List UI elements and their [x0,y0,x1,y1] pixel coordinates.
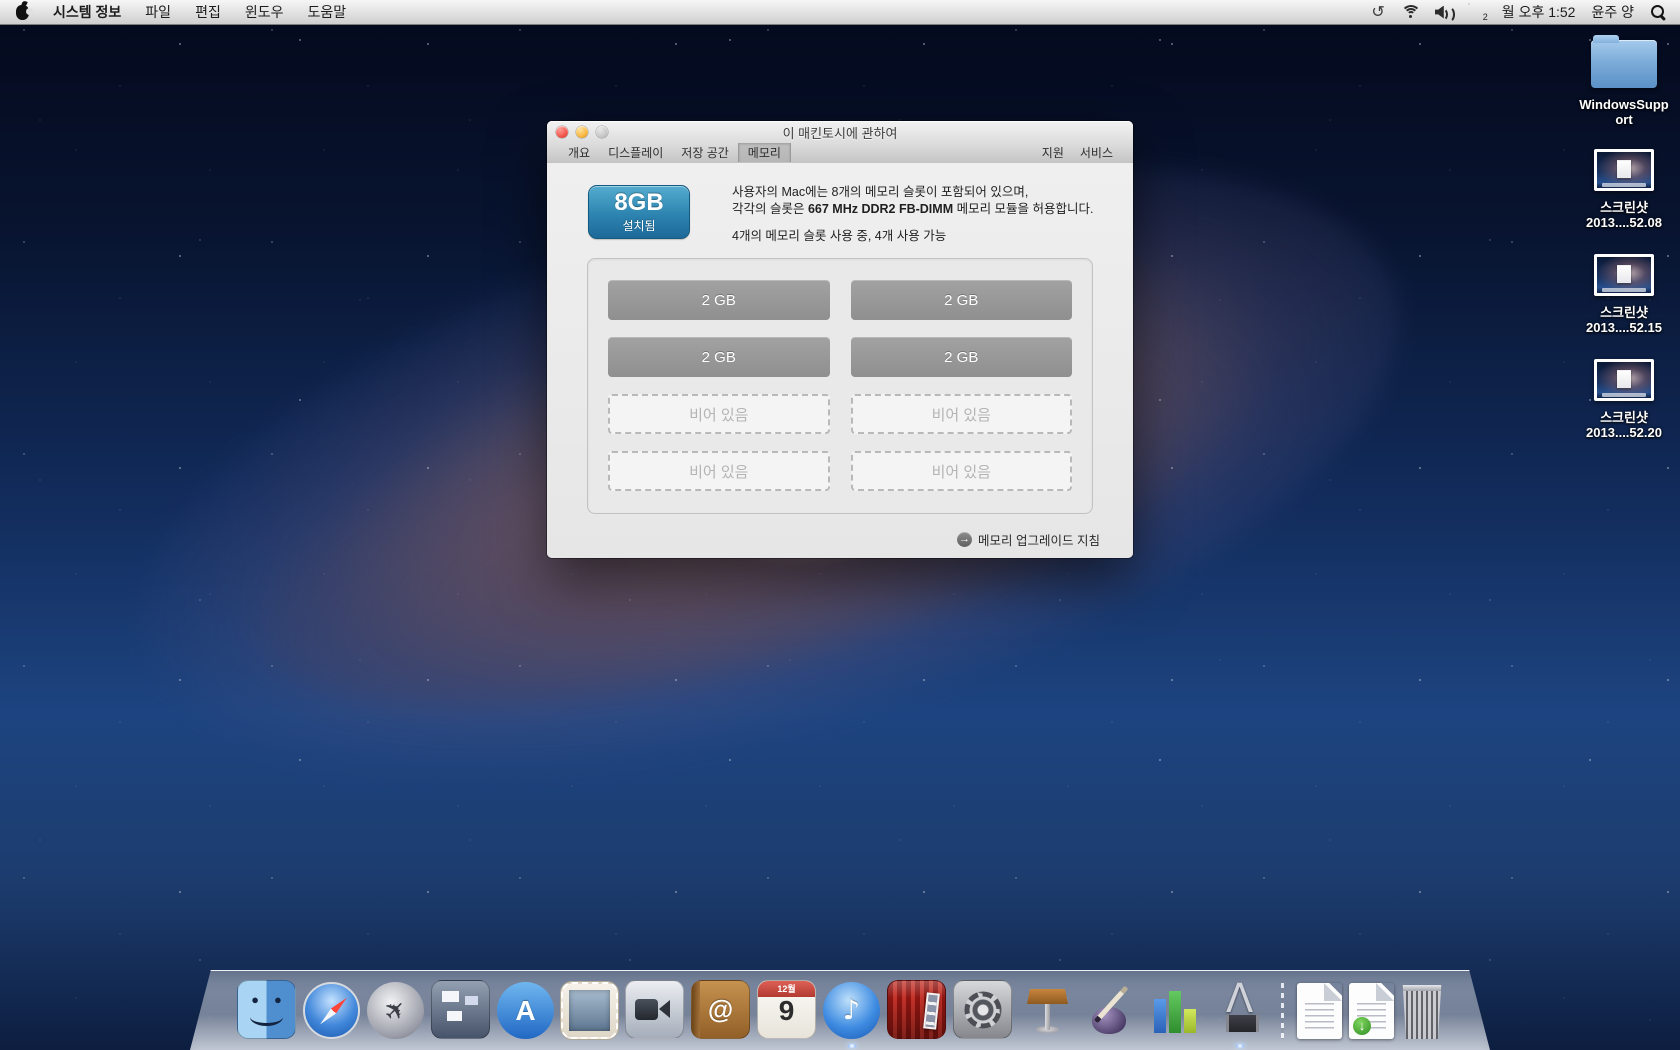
tab-overview[interactable]: 개요 [559,143,599,162]
arrow-circle-icon: → [957,532,972,547]
at-sign-glyph: @ [708,994,733,1025]
memory-slot-2: 2 GB [851,280,1073,320]
title-bar[interactable]: 이 매킨토시에 관하여 [547,121,1133,143]
dock-icon-mail[interactable] [561,982,618,1039]
memory-description-line2: 각각의 슬롯은 667 MHz DDR2 FB-DIMM 메모리 모듈을 허용합… [732,201,1094,218]
dock-icon-finder[interactable] [237,980,296,1039]
user-menu[interactable]: 윤주 양 [1591,2,1634,22]
memory-slot-1: 2 GB [608,280,830,320]
dock-icon-facetime[interactable] [625,980,684,1039]
memory-description-line1: 사용자의 Mac에는 8개의 메모리 슬롯이 포함되어 있으며, [732,184,1094,201]
screenshot1-label-line2: 2013....52.08 [1586,215,1662,230]
zoom-button-disabled [596,126,608,138]
desktop-icon-windowssupport-folder[interactable]: WindowsSupp ort [1579,36,1668,127]
screenshot-file-icon [1594,254,1654,296]
menu-file[interactable]: 파일 [145,2,171,22]
spotlight-icon[interactable] [1650,4,1666,20]
menu-help[interactable]: 도움말 [307,2,346,22]
calendar-day-number: 9 [758,995,815,1027]
dock-separator [1281,983,1284,1039]
app-store-a-glyph: A [515,995,535,1027]
korean-input-source-icon[interactable]: 2 [1469,4,1486,20]
screenshot-file-icon [1594,149,1654,191]
memory-usage-summary: 4개의 메모리 슬롯 사용 중, 4개 사용 가능 [732,228,1094,245]
menu-bar: 시스템 정보 파일 편집 윈도우 도움말 ↺ 2 월 오후 1:52 윤주 양 [0,0,1680,25]
tab-memory[interactable]: 메모리 [738,143,791,162]
installed-memory-badge: 8GB 설치됨 [588,185,690,239]
screenshot-file-icon [1594,359,1654,401]
memory-upgrade-link[interactable]: → 메모리 업그레이드 지침 [957,530,1100,549]
dock-icon-itunes[interactable]: ♪ [823,982,880,1039]
input-source-badge: 2 [1483,12,1488,22]
dock-icon-address-book[interactable]: @ [691,980,750,1039]
menu-window[interactable]: 윈도우 [245,2,284,22]
memory-upgrade-link-label: 메모리 업그레이드 지침 [978,530,1100,549]
toolbar-tabs: 개요 디스플레이 저장 공간 메모리 지원 서비스 [547,143,1133,162]
memory-slot-5: 비어 있음 [608,394,830,434]
window-title: 이 매킨토시에 관하여 [547,123,1133,142]
dock-icon-system-preferences[interactable] [953,980,1012,1039]
apple-menu-icon[interactable] [16,5,29,20]
running-indicator [1235,1044,1244,1048]
menu-edit[interactable]: 편집 [195,2,221,22]
desktop-icon-screenshot-1[interactable]: 스크린샷 2013....52.08 [1586,149,1662,230]
volume-icon[interactable] [1435,6,1453,19]
memory-slot-6: 비어 있음 [851,394,1073,434]
dock-icon-launchpad[interactable]: ✈ [367,982,424,1039]
rocket-icon: ✈ [355,970,436,1050]
folder-label-line2: ort [1579,112,1668,127]
podium-base [1036,1026,1059,1033]
dock-icon-app-store[interactable]: A [497,982,554,1039]
dock-icon-trash[interactable] [1401,985,1443,1039]
running-indicator [847,1044,856,1048]
dock: ✈ A @ 12월 9 ♪ Λ [190,970,1490,1050]
dock-icon-system-information[interactable]: Λ [1211,982,1268,1039]
memory-slot-4: 2 GB [851,337,1073,377]
memory-description: 사용자의 Mac에는 8개의 메모리 슬롯이 포함되어 있으며, 각각의 슬롯은… [732,184,1094,245]
dock-icon-safari[interactable] [303,982,360,1039]
folder-label-line1: WindowsSupp [1579,97,1668,112]
dock-icon-install-document[interactable] [1349,983,1394,1039]
dock-icon-keynote[interactable] [1019,982,1076,1039]
support-link[interactable]: 지원 [1034,143,1072,162]
close-button[interactable] [556,126,568,138]
screenshot3-label-line1: 스크린샷 [1586,410,1662,425]
dock-icon-numbers[interactable] [1147,982,1204,1039]
dock-icon-ical[interactable]: 12월 9 [757,980,816,1039]
minimize-button[interactable] [576,126,588,138]
service-link[interactable]: 서비스 [1072,143,1121,162]
screenshot2-label-line2: 2013....52.15 [1586,320,1662,335]
memory-slot-3: 2 GB [608,337,830,377]
memory-pane: 8GB 설치됨 사용자의 Mac에는 8개의 메모리 슬롯이 포함되어 있으며,… [547,163,1133,558]
memory-slot-8: 비어 있음 [851,451,1073,491]
memory-slots-panel: 2 GB 2 GB 2 GB 2 GB 비어 있음 비어 있음 비어 있음 비어… [587,258,1093,514]
tab-displays[interactable]: 디스플레이 [599,143,672,162]
dock-icon-mission-control[interactable] [431,980,490,1039]
music-note-glyph: ♪ [843,995,860,1026]
window-chrome: 이 매킨토시에 관하여 개요 디스플레이 저장 공간 메모리 지원 서비스 [547,121,1133,164]
dock-icon-document[interactable] [1297,983,1342,1039]
screenshot2-label-line1: 스크린샷 [1586,305,1662,320]
desktop-icon-screenshot-3[interactable]: 스크린샷 2013....52.20 [1586,359,1662,440]
memory-size-caption: 설치됨 [622,217,655,234]
menu-app-name[interactable]: 시스템 정보 [53,2,121,22]
desktop-icons-column: WindowsSupp ort 스크린샷 2013....52.08 스크린샷 … [1574,36,1674,440]
about-this-mac-window: 이 매킨토시에 관하여 개요 디스플레이 저장 공간 메모리 지원 서비스 8G… [547,121,1133,558]
screenshot1-label-line1: 스크린샷 [1586,200,1662,215]
wifi-icon[interactable] [1401,5,1419,19]
folder-icon [1591,40,1657,88]
memory-size: 8GB [614,190,663,216]
time-machine-icon[interactable]: ↺ [1371,5,1384,19]
memory-slot-7: 비어 있음 [608,451,830,491]
menu-clock[interactable]: 월 오후 1:52 [1502,2,1576,22]
tab-storage[interactable]: 저장 공간 [672,143,738,162]
dock-icon-photo-booth[interactable] [887,980,946,1039]
desktop: 시스템 정보 파일 편집 윈도우 도움말 ↺ 2 월 오후 1:52 윤주 양 … [0,0,1680,1050]
caliper-icon: Λ [1211,976,1268,1022]
desktop-icon-screenshot-2[interactable]: 스크린샷 2013....52.15 [1586,254,1662,335]
dock-icon-pages[interactable] [1083,982,1140,1039]
screenshot3-label-line2: 2013....52.20 [1586,425,1662,440]
